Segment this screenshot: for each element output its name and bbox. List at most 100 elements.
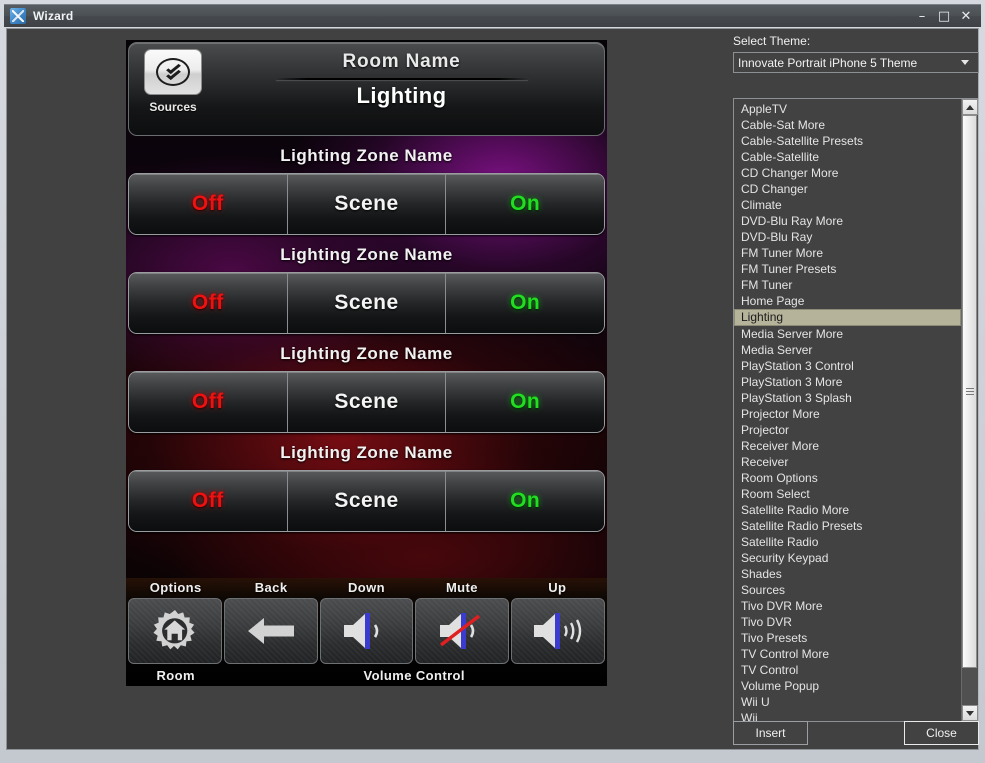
minimize-icon[interactable]: – <box>911 6 933 27</box>
scroll-down-button[interactable] <box>962 705 978 721</box>
footer-label-mute: Mute <box>414 578 509 598</box>
zone-off-button[interactable]: Off <box>129 372 287 432</box>
zone-name-label: Lighting Zone Name <box>128 338 605 371</box>
page-list-item[interactable]: DVD-Blu Ray More <box>734 213 961 229</box>
lighting-zone: Lighting Zone Name Off Scene On <box>128 239 605 334</box>
scrollbar-thumb[interactable] <box>962 115 977 668</box>
volume-mute-button[interactable] <box>415 598 509 664</box>
close-button[interactable]: Close <box>904 721 979 745</box>
options-button[interactable] <box>128 598 222 664</box>
page-list-item[interactable]: Volume Popup <box>734 678 961 694</box>
footer-label-back: Back <box>223 578 318 598</box>
page-list-item[interactable]: Sources <box>734 582 961 598</box>
page-list-item[interactable]: Satellite Radio Presets <box>734 518 961 534</box>
zone-scene-button[interactable]: Scene <box>287 273 446 333</box>
page-list-item[interactable]: PlayStation 3 More <box>734 374 961 390</box>
scrollbar-track[interactable] <box>962 115 978 705</box>
room-name-label: Room Name <box>342 51 460 73</box>
page-list-item[interactable]: Climate <box>734 197 961 213</box>
page-list-item[interactable]: Wii <box>734 710 961 721</box>
page-list-item[interactable]: PlayStation 3 Splash <box>734 390 961 406</box>
footer-label-options: Options <box>128 578 223 598</box>
page-list-item[interactable]: PlayStation 3 Control <box>734 358 961 374</box>
footer-label-up: Up <box>510 578 605 598</box>
page-list-item[interactable]: Wii U <box>734 694 961 710</box>
zone-scene-button[interactable]: Scene <box>287 471 446 531</box>
page-list-item[interactable]: Projector <box>734 422 961 438</box>
footer-group-room: Room <box>128 668 223 683</box>
page-list-item[interactable]: Tivo DVR More <box>734 598 961 614</box>
speaker-mute-icon <box>434 611 490 651</box>
scrollbar-grip-icon <box>966 386 974 397</box>
page-list-item[interactable]: Security Keypad <box>734 550 961 566</box>
page-list-item[interactable]: Receiver <box>734 454 961 470</box>
zone-button-group: Off Scene On <box>128 272 605 334</box>
page-list-item[interactable]: Satellite Radio <box>734 534 961 550</box>
page-list-item[interactable]: TV Control <box>734 662 961 678</box>
page-list[interactable]: AppleTVCable-Sat MoreCable-Satellite Pre… <box>734 99 961 721</box>
tools-icon <box>10 8 26 24</box>
page-list-item[interactable]: Home Page <box>734 293 961 309</box>
page-list-item[interactable]: Projector More <box>734 406 961 422</box>
page-list-item[interactable]: CD Changer <box>734 181 961 197</box>
volume-up-button[interactable] <box>511 598 605 664</box>
zone-off-button[interactable]: Off <box>129 174 287 234</box>
zone-on-button[interactable]: On <box>445 273 604 333</box>
page-list-item[interactable]: Tivo Presets <box>734 630 961 646</box>
page-list-item[interactable]: Media Server <box>734 342 961 358</box>
zone-off-button[interactable]: Off <box>129 273 287 333</box>
sources-button-face[interactable] <box>144 49 202 95</box>
page-list-item[interactable]: Room Select <box>734 486 961 502</box>
zone-name-label: Lighting Zone Name <box>128 140 605 173</box>
page-list-item[interactable]: AppleTV <box>734 101 961 117</box>
zone-scene-button[interactable]: Scene <box>287 372 446 432</box>
speaker-low-icon <box>338 611 394 651</box>
insert-button[interactable]: Insert <box>733 721 808 745</box>
zone-button-group: Off Scene On <box>128 371 605 433</box>
zone-name-label: Lighting Zone Name <box>128 437 605 470</box>
close-icon[interactable]: ✕ <box>955 6 977 27</box>
zone-on-button[interactable]: On <box>445 372 604 432</box>
theme-dropdown[interactable]: Innovate Portrait iPhone 5 Theme <box>733 52 979 73</box>
page-list-item[interactable]: Receiver More <box>734 438 961 454</box>
page-list-item[interactable]: Cable-Satellite Presets <box>734 133 961 149</box>
page-list-item[interactable]: Shades <box>734 566 961 582</box>
footer-icon-row <box>128 598 605 664</box>
volume-down-button[interactable] <box>320 598 414 664</box>
speaker-high-icon <box>530 611 586 651</box>
page-list-item[interactable]: Lighting <box>734 309 961 326</box>
page-list-item[interactable]: Satellite Radio More <box>734 502 961 518</box>
lighting-zone: Lighting Zone Name Off Scene On <box>128 338 605 433</box>
back-button[interactable] <box>224 598 318 664</box>
page-list-item[interactable]: FM Tuner <box>734 277 961 293</box>
zone-on-button[interactable]: On <box>445 471 604 531</box>
triangle-down-icon <box>966 711 974 716</box>
left-arrow-icon <box>245 614 297 648</box>
lighting-zone-list: Lighting Zone Name Off Scene On Lighting… <box>126 140 607 532</box>
footer-group-volume: Volume Control <box>223 668 605 683</box>
page-list-item[interactable]: TV Control More <box>734 646 961 662</box>
page-list-item[interactable]: Media Server More <box>734 326 961 342</box>
page-list-item[interactable]: Cable-Satellite <box>734 149 961 165</box>
page-list-item[interactable]: FM Tuner Presets <box>734 261 961 277</box>
title-bar: Wizard – □ ✕ <box>4 4 981 27</box>
zone-off-button[interactable]: Off <box>129 471 287 531</box>
page-list-item[interactable]: Tivo DVR <box>734 614 961 630</box>
double-chevron-down-icon <box>156 58 190 86</box>
zone-scene-button[interactable]: Scene <box>287 174 446 234</box>
maximize-icon[interactable]: □ <box>933 6 955 27</box>
page-list-scrollbar[interactable] <box>961 99 978 721</box>
scroll-up-button[interactable] <box>962 99 978 115</box>
page-list-item[interactable]: Room Options <box>734 470 961 486</box>
page-list-item[interactable]: Cable-Sat More <box>734 117 961 133</box>
page-list-item[interactable]: DVD-Blu Ray <box>734 229 961 245</box>
page-list-item[interactable]: FM Tuner More <box>734 245 961 261</box>
zone-name-label: Lighting Zone Name <box>128 239 605 272</box>
preview-header-titles: Room Name Lighting <box>209 49 594 109</box>
zone-on-button[interactable]: On <box>445 174 604 234</box>
page-list-item[interactable]: CD Changer More <box>734 165 961 181</box>
theme-preview: Sources Room Name Lighting Lighting Zone… <box>126 40 607 686</box>
sources-button[interactable]: Sources <box>137 49 209 114</box>
theme-label: Select Theme: <box>733 34 979 48</box>
footer-label-down: Down <box>319 578 414 598</box>
